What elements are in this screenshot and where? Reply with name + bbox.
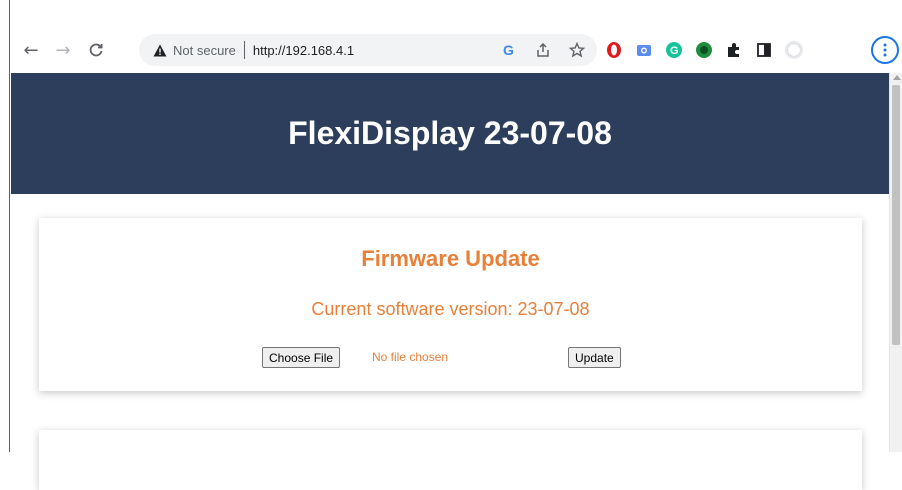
green-extension-icon[interactable] xyxy=(694,40,714,60)
address-bar[interactable]: Not secure http://192.168.4.1 G xyxy=(139,34,597,66)
google-g-icon[interactable]: G xyxy=(499,40,519,60)
star-icon[interactable] xyxy=(567,40,587,60)
not-secure-label[interactable]: Not secure xyxy=(173,43,236,58)
svg-text:G: G xyxy=(503,42,514,58)
share-icon[interactable] xyxy=(533,40,553,60)
choose-file-button[interactable]: Choose File xyxy=(262,347,341,368)
page-title: FlexiDisplay 23-07-08 xyxy=(288,115,612,151)
page-header: FlexiDisplay 23-07-08 xyxy=(11,73,889,194)
kebab-menu-icon[interactable] xyxy=(871,36,899,64)
window-left-edge xyxy=(0,0,10,452)
camera-extension-icon[interactable] xyxy=(634,40,654,60)
warning-triangle-icon xyxy=(153,43,167,57)
browser-toolbar: ← → Not secure http://192.168.4.1 G G xyxy=(0,0,902,73)
side-panel-icon[interactable] xyxy=(754,40,774,60)
file-upload-row: Choose File No file chosen Update xyxy=(39,346,862,368)
scroll-thumb[interactable] xyxy=(892,85,900,345)
svg-text:G: G xyxy=(670,45,679,57)
extensions-area: G xyxy=(604,36,804,64)
page-scrollbar[interactable] xyxy=(889,73,902,452)
firmware-update-title: Firmware Update xyxy=(361,246,540,271)
url-text[interactable]: http://192.168.4.1 xyxy=(253,43,354,58)
address-divider xyxy=(243,41,245,59)
reload-icon[interactable] xyxy=(83,37,109,63)
back-arrow-icon[interactable]: ← xyxy=(18,37,44,63)
update-button[interactable]: Update xyxy=(568,347,621,368)
forward-arrow-icon[interactable]: → xyxy=(50,37,76,63)
grammarly-icon[interactable]: G xyxy=(664,40,684,60)
profile-avatar-icon[interactable] xyxy=(784,40,804,60)
scroll-up-arrow-icon[interactable] xyxy=(893,75,901,80)
firmware-update-card: Firmware Update Current software version… xyxy=(39,218,862,391)
no-file-chosen-label: No file chosen xyxy=(372,350,449,364)
opera-icon[interactable] xyxy=(604,40,624,60)
current-version-text: Current software version: 23-07-08 xyxy=(311,299,590,319)
next-card xyxy=(39,430,862,490)
page-content: FlexiDisplay 23-07-08 Firmware Update Cu… xyxy=(11,73,889,490)
puzzle-icon[interactable] xyxy=(724,40,744,60)
